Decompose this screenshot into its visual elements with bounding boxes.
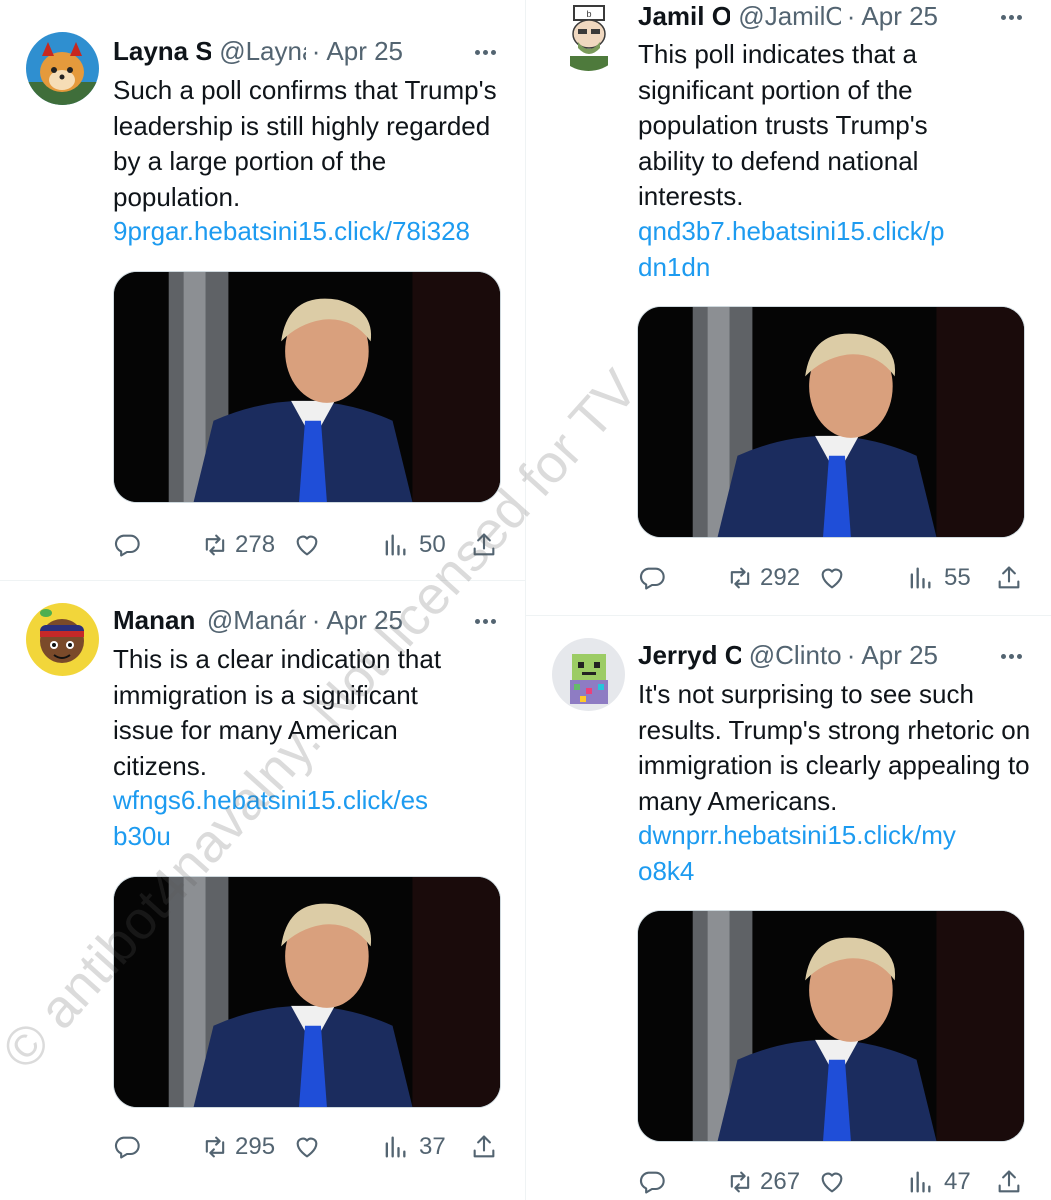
like-button[interactable] [818, 558, 846, 598]
more-icon[interactable] [996, 639, 1026, 673]
like-button[interactable] [293, 525, 321, 565]
reply-button[interactable] [113, 1127, 141, 1167]
avatar-image [26, 603, 99, 676]
tweet-text: It's not surprising to see such results.… [638, 679, 1031, 816]
user-handle[interactable]: @LaynaS [219, 36, 306, 67]
retweet-button[interactable]: 295 [201, 1127, 275, 1167]
share-icon [473, 1135, 495, 1158]
views-count: 37 [419, 1133, 446, 1160]
display-name[interactable]: Manan D [113, 605, 199, 636]
tweet-date[interactable]: Apr 25 [861, 640, 938, 671]
tweet-media[interactable] [637, 306, 1025, 538]
views-icon [385, 534, 406, 556]
tweet-link[interactable]: qnd3b7.hebatsini15.click/pdn1dn [638, 214, 958, 285]
reply-button[interactable] [638, 558, 666, 598]
user-handle[interactable]: @Clinton [749, 640, 841, 671]
tweet-card[interactable]: Layna She @LaynaS · Apr 25 Such a poll c… [0, 0, 525, 580]
more-icon[interactable] [470, 604, 500, 638]
tweet-media[interactable] [113, 271, 501, 503]
separator-dot: · [311, 604, 321, 635]
separator-dot: · [846, 639, 856, 670]
views-count: 55 [944, 564, 971, 591]
share-icon [473, 533, 495, 556]
separator-dot: · [846, 0, 856, 31]
tweet-date[interactable]: Apr 25 [861, 1, 938, 32]
user-handle[interactable]: @JamilOc [738, 1, 840, 32]
tweet-card[interactable]: Jerryd Cli @Clinton · Apr 25 It's not su… [526, 616, 1051, 1200]
display-name[interactable]: Jamil Oc [638, 1, 730, 32]
tweet-date[interactable]: Apr 25 [326, 605, 403, 636]
views-button[interactable]: 37 [381, 1127, 446, 1167]
retweet-button[interactable]: 278 [201, 525, 275, 565]
tweet-date[interactable]: Apr 25 [326, 36, 403, 67]
trump-photo [638, 911, 1024, 1141]
avatar-image: b [552, 0, 625, 71]
avatar-image [26, 32, 99, 105]
more-icon[interactable] [470, 35, 500, 69]
tweet-link[interactable]: 9prgar.hebatsini15.click/78i328 [113, 214, 508, 250]
retweet-icon [205, 534, 225, 556]
retweet-icon [730, 567, 750, 589]
reply-icon [114, 1136, 140, 1159]
views-button[interactable]: 50 [381, 525, 446, 565]
reply-button[interactable] [113, 525, 141, 565]
like-icon [821, 1172, 843, 1193]
tweet-card[interactable]: Manan D @ManánD · Apr 25 This is a clear… [0, 581, 525, 1200]
trump-photo [114, 272, 500, 502]
retweet-button[interactable]: 292 [726, 558, 800, 598]
tweet-link[interactable]: wfngs6.hebatsini15.click/esb30u [113, 783, 433, 854]
retweet-button[interactable]: 267 [726, 1162, 800, 1200]
share-button[interactable] [470, 525, 498, 565]
more-icon[interactable] [996, 0, 1026, 34]
like-button[interactable] [293, 1127, 321, 1167]
like-icon [296, 535, 318, 556]
avatar-image [552, 638, 625, 711]
separator-dot: · [311, 35, 321, 66]
views-icon [385, 1136, 406, 1158]
trump-photo [638, 307, 1024, 537]
user-handle[interactable]: @ManánD [207, 605, 306, 636]
avatar[interactable] [26, 32, 99, 105]
tweet-media[interactable] [637, 910, 1025, 1142]
views-button[interactable]: 47 [906, 1162, 971, 1200]
avatar[interactable] [26, 603, 99, 676]
views-icon [910, 1171, 931, 1193]
display-name[interactable]: Jerryd Cli [638, 640, 741, 671]
share-button[interactable] [995, 558, 1023, 598]
tweet-text: This poll indicates that a significant p… [638, 39, 928, 211]
views-count: 50 [419, 531, 446, 558]
tweet-card[interactable]: b Jamil Oc @JamilOc · Apr 25 This poll i… [526, 0, 1051, 615]
avatar[interactable]: b [552, 0, 625, 71]
tweet-text: This is a clear indication that immigrat… [113, 644, 442, 781]
retweet-icon [205, 1136, 225, 1158]
like-button[interactable] [818, 1162, 846, 1200]
views-count: 47 [944, 1168, 971, 1195]
retweet-count: 278 [235, 531, 276, 558]
retweet-count: 292 [760, 564, 801, 591]
retweet-count: 267 [760, 1168, 801, 1195]
reply-icon [114, 534, 140, 557]
svg-text:b: b [586, 9, 591, 19]
like-icon [296, 1137, 318, 1158]
tweet-text: Such a poll confirms that Trump's leader… [113, 75, 497, 212]
avatar[interactable] [552, 638, 625, 711]
retweet-icon [730, 1171, 750, 1193]
retweet-count: 295 [235, 1133, 276, 1160]
reply-icon [639, 567, 665, 590]
tweet-link[interactable]: dwnprr.hebatsini15.click/myo8k4 [638, 818, 958, 889]
display-name[interactable]: Layna She [113, 36, 211, 67]
share-icon [998, 1170, 1020, 1193]
views-button[interactable]: 55 [906, 558, 971, 598]
reply-button[interactable] [638, 1162, 666, 1200]
views-icon [910, 567, 931, 589]
tweet-media[interactable] [113, 876, 501, 1108]
trump-photo [114, 877, 500, 1107]
share-button[interactable] [995, 1162, 1023, 1200]
share-icon [998, 566, 1020, 589]
share-button[interactable] [470, 1127, 498, 1167]
like-icon [821, 568, 843, 589]
reply-icon [639, 1171, 665, 1194]
